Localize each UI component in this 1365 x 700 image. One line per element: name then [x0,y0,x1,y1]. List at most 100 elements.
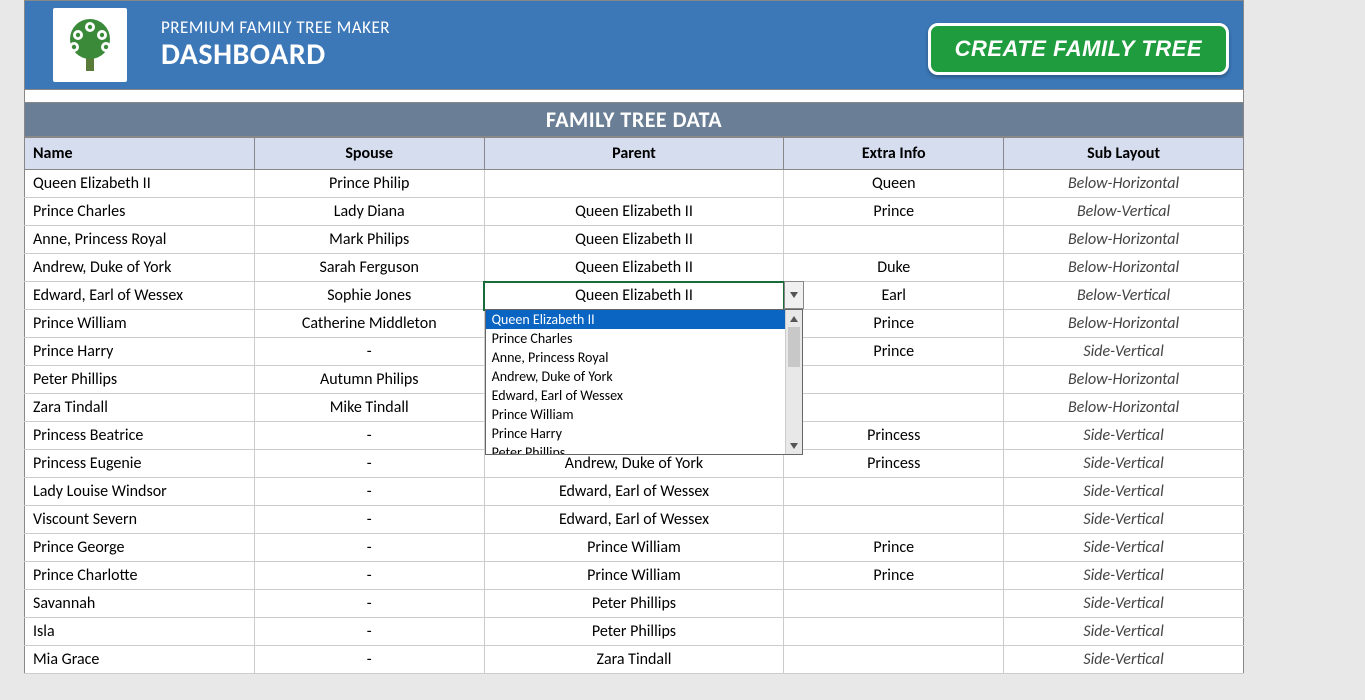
cell-layout[interactable]: Below-Vertical [1004,282,1244,310]
cell-layout[interactable]: Side-Vertical [1004,450,1244,478]
cell-name[interactable]: Queen Elizabeth II [25,170,255,198]
dropdown-toggle-button[interactable] [784,281,804,309]
cell-parent[interactable]: Queen Elizabeth II [484,226,784,254]
cell-spouse[interactable]: Sarah Ferguson [254,254,484,282]
cell-spouse[interactable]: - [254,562,484,590]
cell-extra[interactable] [784,226,1004,254]
cell-layout[interactable]: Side-Vertical [1004,618,1244,646]
col-name: Name [25,138,255,170]
cell-extra[interactable] [784,590,1004,618]
create-family-tree-button[interactable]: CREATE FAMILY TREE [928,23,1229,75]
dropdown-option[interactable]: Queen Elizabeth II [486,310,785,329]
cell-name[interactable]: Andrew, Duke of York [25,254,255,282]
dropdown-option[interactable]: Prince Harry [486,424,785,443]
dropdown-option[interactable]: Edward, Earl of Wessex [486,386,785,405]
cell-name[interactable]: Princess Eugenie [25,450,255,478]
cell-name[interactable]: Isla [25,618,255,646]
cell-layout[interactable]: Below-Horizontal [1004,170,1244,198]
cell-layout[interactable]: Side-Vertical [1004,562,1244,590]
cell-extra[interactable]: Prince [784,310,1004,338]
dropdown-option[interactable]: Andrew, Duke of York [486,367,785,386]
cell-name[interactable]: Prince William [25,310,255,338]
dropdown-option[interactable]: Prince Charles [486,329,785,348]
cell-name[interactable]: Anne, Princess Royal [25,226,255,254]
cell-layout[interactable]: Side-Vertical [1004,338,1244,366]
cell-extra[interactable] [784,394,1004,422]
cell-spouse[interactable]: - [254,646,484,674]
scroll-down-icon[interactable] [786,437,802,454]
cell-parent[interactable]: Prince William [484,534,784,562]
cell-name[interactable]: Lady Louise Windsor [25,478,255,506]
cell-parent[interactable]: Zara Tindall [484,646,784,674]
cell-name[interactable]: Prince Charles [25,198,255,226]
cell-name[interactable]: Prince George [25,534,255,562]
cell-name[interactable]: Edward, Earl of Wessex [25,282,255,310]
cell-spouse[interactable]: Autumn Philips [254,366,484,394]
cell-extra[interactable]: Princess [784,450,1004,478]
cell-spouse[interactable]: - [254,506,484,534]
cell-spouse[interactable]: - [254,338,484,366]
cell-name[interactable]: Mia Grace [25,646,255,674]
cell-layout[interactable]: Side-Vertical [1004,478,1244,506]
cell-spouse[interactable]: Catherine Middleton [254,310,484,338]
cell-extra[interactable]: Prince [784,534,1004,562]
cell-extra[interactable] [784,506,1004,534]
cell-extra[interactable]: Duke [784,254,1004,282]
cell-extra[interactable]: Queen [784,170,1004,198]
cell-extra[interactable] [784,646,1004,674]
cell-parent[interactable]: Queen Elizabeth II [484,254,784,282]
cell-spouse[interactable]: Mark Philips [254,226,484,254]
cell-spouse[interactable]: - [254,618,484,646]
cell-spouse[interactable]: - [254,534,484,562]
cell-layout[interactable]: Side-Vertical [1004,422,1244,450]
cell-spouse[interactable]: Lady Diana [254,198,484,226]
cell-extra[interactable]: Prince [784,562,1004,590]
cell-layout[interactable]: Below-Horizontal [1004,310,1244,338]
cell-spouse[interactable]: Prince Philip [254,170,484,198]
dropdown-option[interactable]: Prince William [486,405,785,424]
cell-extra[interactable]: Princess [784,422,1004,450]
cell-layout[interactable]: Below-Horizontal [1004,254,1244,282]
cell-name[interactable]: Peter Phillips [25,366,255,394]
scroll-up-icon[interactable] [786,310,802,327]
cell-extra[interactable]: Earl [784,282,1004,310]
cell-spouse[interactable]: - [254,450,484,478]
cell-parent[interactable]: Edward, Earl of Wessex [484,478,784,506]
dropdown-option[interactable]: Peter Phillips [486,443,785,455]
cell-parent[interactable]: Peter Phillips [484,618,784,646]
cell-parent[interactable] [484,170,784,198]
parent-dropdown[interactable]: Queen Elizabeth IIPrince CharlesAnne, Pr… [485,309,803,455]
cell-parent[interactable]: Queen Elizabeth II [484,198,784,226]
cell-spouse[interactable]: - [254,422,484,450]
cell-name[interactable]: Viscount Severn [25,506,255,534]
cell-layout[interactable]: Side-Vertical [1004,534,1244,562]
cell-name[interactable]: Prince Charlotte [25,562,255,590]
cell-parent[interactable]: Prince William [484,562,784,590]
cell-extra[interactable] [784,478,1004,506]
cell-layout[interactable]: Side-Vertical [1004,590,1244,618]
cell-layout[interactable]: Below-Vertical [1004,198,1244,226]
cell-spouse[interactable]: Sophie Jones [254,282,484,310]
cell-name[interactable]: Savannah [25,590,255,618]
cell-parent[interactable]: Edward, Earl of Wessex [484,506,784,534]
cell-name[interactable]: Prince Harry [25,338,255,366]
dropdown-scrollbar[interactable] [785,310,802,454]
cell-extra[interactable]: Prince [784,198,1004,226]
cell-layout[interactable]: Side-Vertical [1004,506,1244,534]
cell-spouse[interactable]: - [254,478,484,506]
cell-extra[interactable]: Prince [784,338,1004,366]
cell-spouse[interactable]: - [254,590,484,618]
cell-layout[interactable]: Below-Horizontal [1004,226,1244,254]
dropdown-option[interactable]: Anne, Princess Royal [486,348,785,367]
cell-name[interactable]: Princess Beatrice [25,422,255,450]
cell-layout[interactable]: Below-Horizontal [1004,366,1244,394]
cell-spouse[interactable]: Mike Tindall [254,394,484,422]
cell-layout[interactable]: Side-Vertical [1004,646,1244,674]
cell-parent[interactable]: Queen Elizabeth IIQueen Elizabeth IIPrin… [484,282,784,310]
cell-extra[interactable] [784,618,1004,646]
cell-name[interactable]: Zara Tindall [25,394,255,422]
cell-layout[interactable]: Below-Horizontal [1004,394,1244,422]
cell-extra[interactable] [784,366,1004,394]
cell-parent[interactable]: Peter Phillips [484,590,784,618]
scroll-thumb[interactable] [788,327,800,367]
